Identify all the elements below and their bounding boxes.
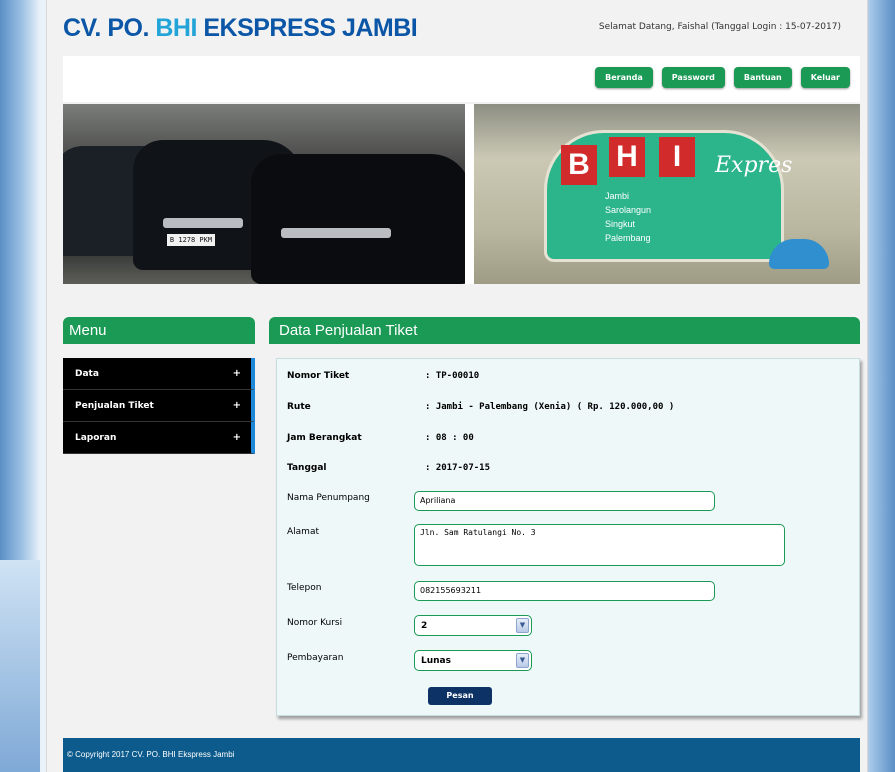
alamat-textarea[interactable]: Jln. Sam Ratulangi No. 3: [414, 524, 785, 566]
site-title-prefix: CV. PO.: [63, 14, 156, 42]
sidebar-item-label: Data: [75, 369, 99, 379]
sidebar-item-label: Penjualan Tiket: [75, 401, 154, 411]
chair-shape: [769, 239, 829, 269]
pembayaran-label: Pembayaran: [287, 653, 344, 663]
nomor-tiket-value: : TP-00010: [425, 371, 480, 381]
route-item: Jambi: [605, 191, 630, 201]
page-title: Data Penjualan Tiket: [269, 317, 860, 344]
jam-berangkat-value: : 08 : 00: [425, 433, 474, 443]
nama-penumpang-label: Nama Penumpang: [287, 493, 370, 503]
jam-berangkat-label: Jam Berangkat: [287, 433, 362, 443]
password-button[interactable]: Password: [661, 67, 725, 88]
pembayaran-select[interactable]: Lunas ▼: [414, 650, 532, 671]
rute-value: : Jambi - Palembang (Xenia) ( Rp. 120.00…: [425, 402, 675, 412]
expand-icon: +: [232, 432, 241, 443]
telepon-input[interactable]: 082155693211: [414, 581, 715, 601]
welcome-text: Selamat Datang, Faishal (Tanggal Login :…: [598, 22, 841, 32]
bantuan-button[interactable]: Bantuan: [733, 67, 792, 88]
footer-copyright: © Copyright 2017 CV. PO. BHI Ekspress Ja…: [63, 738, 860, 772]
sidebar-heading: Menu: [63, 317, 255, 344]
rute-row: Rute : Jambi - Palembang (Xenia) ( Rp. 1…: [287, 402, 674, 412]
chevron-down-icon[interactable]: ▼: [516, 653, 529, 668]
ekspres-text: Expres: [715, 153, 793, 178]
alamat-label: Alamat: [287, 527, 319, 537]
car-grille: [163, 218, 243, 228]
nomor-tiket-label: Nomor Tiket: [287, 371, 350, 381]
expand-icon: +: [232, 400, 241, 411]
nomor-tiket-row: Nomor Tiket : TP-00010: [287, 371, 479, 381]
nama-penumpang-input[interactable]: Apriliana: [414, 491, 715, 511]
header-banner: B 1278 PKM B H I Expres Jambi Sarolangun…: [63, 104, 860, 284]
page-container: CV. PO. BHI EKSPRESS JAMBI Selamat Datan…: [46, 0, 868, 772]
bhi-letter: I: [659, 137, 695, 177]
chevron-down-icon[interactable]: ▼: [516, 618, 529, 633]
ticket-form: Nomor Tiket : TP-00010 Rute : Jambi - Pa…: [276, 358, 860, 716]
car-shape: [251, 154, 465, 284]
telepon-label: Telepon: [287, 583, 322, 593]
site-title: CV. PO. BHI EKSPRESS JAMBI: [63, 14, 418, 43]
route-list: Jambi Sarolangun Singkut Palembang: [605, 189, 651, 245]
license-plate: B 1278 PKM: [167, 234, 215, 246]
rute-label: Rute: [287, 402, 311, 412]
nomor-kursi-label: Nomor Kursi: [287, 618, 343, 628]
sidebar-item-laporan[interactable]: Laporan +: [63, 422, 255, 454]
nav-buttons: Beranda Password Bantuan Keluar: [595, 67, 850, 88]
site-title-accent: BHI: [155, 14, 197, 42]
sidebar-menu: Data + Penjualan Tiket + Laporan +: [63, 358, 255, 454]
bhi-letter: H: [609, 137, 645, 177]
reception-counter: B H I Expres Jambi Sarolangun Singkut Pa…: [544, 130, 829, 269]
tanggal-value: : 2017-07-15: [425, 463, 491, 473]
tanggal-label: Tanggal: [287, 463, 327, 473]
beranda-button[interactable]: Beranda: [595, 67, 653, 88]
site-title-suffix: EKSPRESS JAMBI: [196, 14, 418, 42]
banner-photo-office: B H I Expres Jambi Sarolangun Singkut Pa…: [474, 104, 860, 284]
pesan-button[interactable]: Pesan: [428, 687, 492, 705]
sidebar-item-data[interactable]: Data +: [63, 358, 255, 390]
bhi-letter: B: [561, 145, 597, 185]
top-nav-bar: Beranda Password Bantuan Keluar: [63, 56, 860, 102]
route-item: Sarolangun: [605, 205, 652, 215]
tanggal-row: Tanggal : 2017-07-15: [287, 463, 490, 473]
banner-photo-cars: B 1278 PKM: [63, 104, 465, 284]
jam-row: Jam Berangkat : 08 : 00: [287, 433, 474, 443]
car-grille: [281, 228, 391, 238]
pembayaran-value: Lunas: [421, 656, 451, 666]
route-item: Palembang: [605, 233, 651, 243]
keluar-button[interactable]: Keluar: [800, 67, 850, 88]
nomor-kursi-select[interactable]: 2 ▼: [414, 615, 532, 636]
sidebar-item-label: Laporan: [75, 433, 117, 443]
sidebar-item-penjualan-tiket[interactable]: Penjualan Tiket +: [63, 390, 255, 422]
expand-icon: +: [232, 368, 241, 379]
route-item: Singkut: [605, 219, 636, 229]
background-decoration: [0, 560, 40, 772]
nomor-kursi-value: 2: [421, 621, 428, 631]
